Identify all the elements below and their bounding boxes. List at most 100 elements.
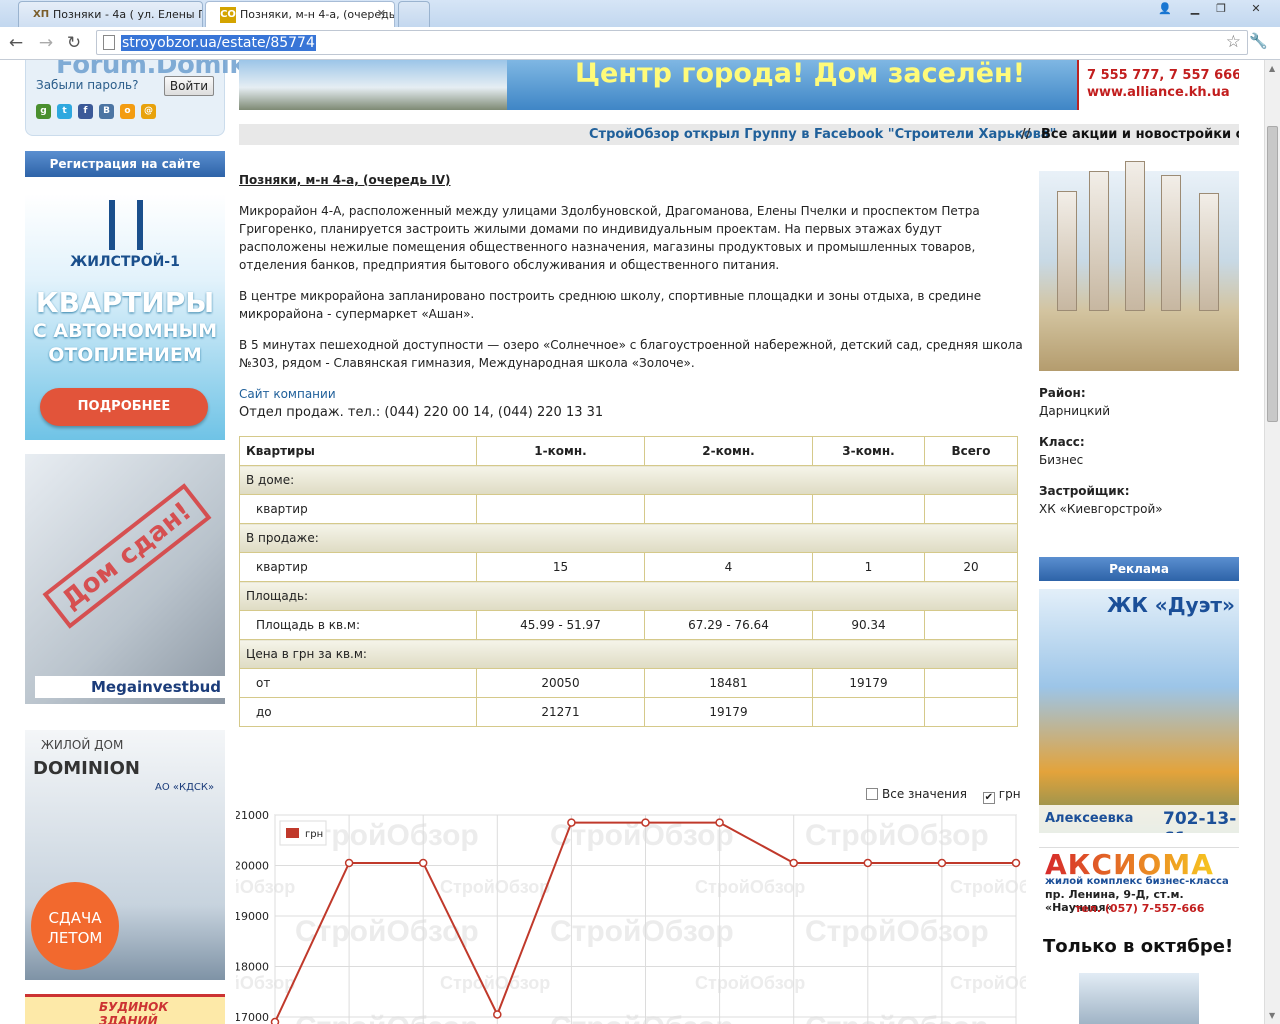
scrollbar[interactable]: ▲ ▼ [1264,60,1280,1024]
table-row: от 20050 18481 19179 [239,668,1018,698]
complex-image[interactable] [1039,161,1239,371]
table-cell [924,668,1018,698]
banner-site: www.alliance.kh.ua [1087,85,1230,100]
company-site-link[interactable]: Сайт компании [239,387,336,401]
apartments-table: Квартиры 1-комн. 2-комн. 3-комн. Всего В… [239,436,1018,727]
table-section-row: Площадь: [239,581,1018,611]
scrollbar-thumb[interactable] [1267,126,1278,422]
table-row: Площадь в кв.м: 45.99 - 51.97 67.29 - 76.6… [239,610,1018,640]
banner-line: ЖИЛОЙ ДОМ [41,738,124,752]
address-bar[interactable]: stroyobzor.ua/estate/85774 ☆ [96,30,1248,55]
close-window-icon[interactable]: ✕ [1236,0,1276,18]
favicon-icon: СО [220,7,236,23]
scroll-up-icon[interactable]: ▲ [1269,64,1275,73]
back-icon[interactable]: ← [4,32,28,54]
banner-line: жилой комплекс бизнес-класса [1045,876,1229,887]
banner-promo: Только в октябре! [1043,936,1234,957]
tab-forum[interactable]: ХП Позняки - 4а ( ул. Елены П [18,1,203,27]
banner-budynok[interactable]: БУДИНОК ЗДАНИЙ [25,994,225,1024]
district-value: Дарницкий [1039,404,1111,418]
chart-watermark: СтройОбзор [695,973,805,993]
banner-duet[interactable]: ЖК «Дуэт» Алексеевка 702-13-61 [1039,589,1239,833]
forward-icon[interactable]: → [34,32,58,54]
close-tab-icon[interactable]: ✕ [377,7,386,20]
table-cell [924,610,1018,640]
banner-alliance[interactable]: Центр города! Дом заселён! 7 555 777, 7 … [239,60,1239,110]
data-point [1011,858,1021,868]
banner-company: АО «КДСК» [155,782,215,793]
chart-watermark: СтройОбзор [236,877,295,897]
page-icon [103,35,115,50]
chart-watermark: СтройОбзор [950,877,1026,897]
description-paragraph: В центре микрорайона запланировано постр… [239,289,982,321]
banner-phones: 7 555 777, 7 557 666 [1087,68,1239,83]
table-section-row: Цена в грн за кв.м: [239,639,1018,669]
table-cell: 1 [812,552,925,582]
grn-checkbox[interactable]: ✔ [982,792,995,804]
mail-icon[interactable]: @ [141,104,156,119]
table-cell: 19179 [812,668,925,698]
grn-label[interactable]: грн [999,787,1021,801]
new-tab-button[interactable] [398,1,430,27]
maximize-icon[interactable]: ❐ [1208,0,1234,18]
tower-shape [1199,193,1219,311]
profile-icon[interactable]: 👤 [1152,0,1178,18]
all-values-label[interactable]: Все значения [882,787,967,801]
table-row: квартир 15 4 1 20 [239,552,1018,582]
vkontakte-icon[interactable]: B [99,104,114,119]
banner-circle: СДАЧА ЛЕТОМ [31,882,119,970]
table-header: 2-комн. [644,436,813,466]
banner-megainvestbud[interactable]: Дом сдан! Megainvestbud [25,454,225,704]
minimize-icon[interactable]: ▁ [1182,0,1208,18]
page-viewport: Забыли пароль? Войти g t f B o @ Forum.D… [0,60,1264,1024]
zhilstroy-logo-icon [109,200,143,250]
tower-shape [1125,161,1145,311]
table-cell: 20 [924,552,1018,582]
developer-value: ХК «Киевгорстрой» [1039,502,1163,516]
data-point [344,858,354,868]
twitter-icon[interactable]: t [57,104,72,119]
banner-line: ОТОПЛЕНИЕМ [48,344,202,366]
megainvestbud-logo: Megainvestbud [35,676,225,698]
odnoklassniki-icon[interactable]: o [120,104,135,119]
reload-icon[interactable]: ↻ [62,32,86,54]
chart-watermark: СтройОбзор [950,973,1026,993]
ticker-link[interactable]: СтройОбзор открыл Группу в Facebook "Стр… [589,124,1056,145]
registration-button[interactable]: Регистрация на сайте [25,151,225,177]
ticker-text[interactable]: Все акции и новостройки от [1041,124,1239,145]
row-label: до [239,697,477,727]
table-section-row: В доме: [239,465,1018,495]
row-label: квартир [239,552,477,582]
table-cell [644,494,813,524]
banner-headline: КВАРТИРЫ [35,286,215,319]
banner-zhilstroy[interactable]: ЖИЛСТРОЙ-1 КВАРТИРЫ С АВТОНОМНЫМ ОТОПЛЕН… [25,194,225,440]
chart-watermark: СтройОбзор [440,973,550,993]
all-values-checkbox[interactable] [866,788,878,800]
google-icon[interactable]: g [36,104,51,119]
tab-stroyobzor[interactable]: СО Позняки, м-н 4-а, (очередь ✕ [205,1,395,28]
chart-watermark: СтройОбзор [440,877,550,897]
tab-title: Позняки - 4а ( ул. Елены П [53,8,203,21]
y-tick-label: 18000 [236,961,269,974]
district-label: Район: [1039,386,1086,400]
class-label: Класс: [1039,435,1085,449]
banner-more-button[interactable]: ПОДРОБНЕЕ [40,388,208,426]
row-label: квартир [239,494,477,524]
wrench-icon[interactable]: 🔧 [1249,32,1268,50]
forgot-password-link[interactable]: Забыли пароль? [36,78,138,92]
table-row: квартир [239,494,1018,524]
banner-circle-line: ЛЕТОМ [47,929,103,947]
star-icon[interactable]: ☆ [1226,32,1241,52]
facebook-icon[interactable]: f [78,104,93,119]
tower-shape [1161,175,1181,311]
banner-dominion[interactable]: ЖИЛОЙ ДОМ DOMINION АО «КДСК» СДАЧА ЛЕТОМ [25,730,225,980]
chart-controls: Все значения ✔ грн [866,787,1021,804]
url-text[interactable]: stroyobzor.ua/estate/85774 [121,35,316,51]
tower-shape [1057,191,1077,311]
banner-axioma[interactable]: АКСИОМА жилой комплекс бизнес-класса пр.… [1039,847,1239,1024]
table-cell: 4 [644,552,813,582]
table-cell: 90.34 [812,610,925,640]
data-point [418,858,428,868]
scroll-down-icon[interactable]: ▼ [1269,1011,1275,1020]
news-ticker[interactable]: СтройОбзор открыл Группу в Facebook "Стр… [239,124,1239,145]
